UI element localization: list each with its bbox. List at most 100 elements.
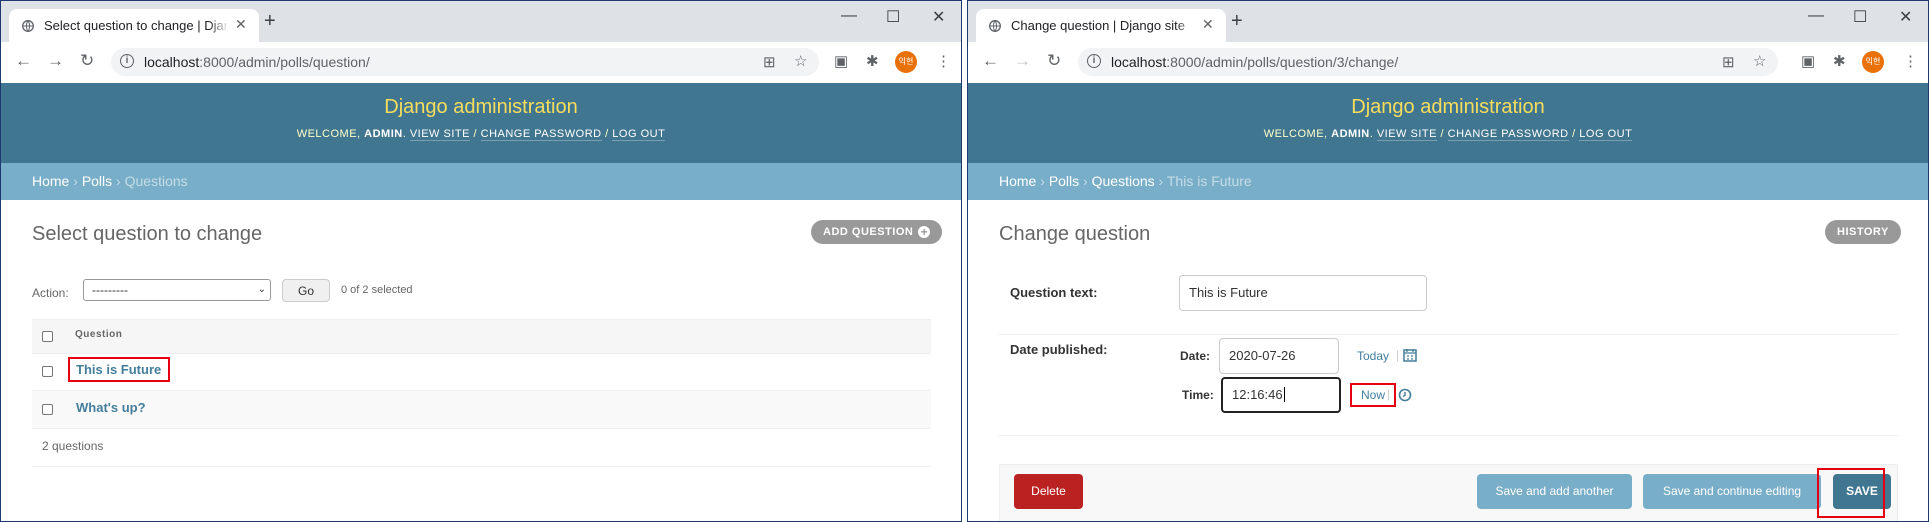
browser-tab[interactable]: Change question | Django site ✕ <box>976 9 1226 42</box>
today-link[interactable]: Today <box>1357 349 1389 363</box>
delete-button[interactable]: Delete <box>1014 474 1083 509</box>
save-and-continue-button[interactable]: Save and continue editing <box>1643 474 1821 509</box>
breadcrumb: Home › Polls › Questions › This is Futur… <box>968 163 1928 200</box>
reload-icon[interactable]: ↻ <box>80 51 94 71</box>
history-button[interactable]: History <box>1825 220 1901 244</box>
url-text: localhost:8000/admin/polls/question/3/ch… <box>1111 54 1399 70</box>
globe-icon <box>989 20 1001 32</box>
shortcut-separator: | <box>1396 348 1400 362</box>
tab-title-fade <box>1176 15 1196 37</box>
menu-kebab-icon[interactable]: ⋮ <box>1903 52 1918 70</box>
tab-title: Select question to change | Django <box>44 18 227 33</box>
browser-toolbar: ← → ↻ i localhost:8000/admin/polls/quest… <box>968 42 1928 84</box>
table-row: What's up? <box>32 391 931 429</box>
go-button[interactable]: Go <box>282 279 330 302</box>
info-icon[interactable]: i <box>1087 54 1101 68</box>
highlight-box <box>68 357 170 382</box>
select-all-checkbox[interactable] <box>42 331 53 342</box>
site-branding[interactable]: Django administration <box>968 83 1928 119</box>
row-checkbox[interactable] <box>42 366 53 377</box>
page-title: Select question to change <box>32 223 263 245</box>
chevron-down-icon: ⌄ <box>257 284 266 295</box>
time-input[interactable]: 12:16:46 <box>1221 377 1341 413</box>
extensions-icon[interactable]: ✱ <box>866 52 879 70</box>
media-icon[interactable]: ▣ <box>1801 52 1815 70</box>
translate-icon[interactable]: ⊞ <box>763 53 776 71</box>
browser-window-left: Select question to change | Django ✕ + —… <box>0 0 962 522</box>
add-question-button[interactable]: Add question + <box>811 220 943 244</box>
breadcrumb: Home › Polls › Questions <box>1 163 961 200</box>
maximize-icon[interactable]: ☐ <box>1853 7 1867 27</box>
translate-icon[interactable]: ⊞ <box>1722 53 1735 71</box>
tab-close-icon[interactable]: ✕ <box>1202 16 1214 33</box>
text-caret <box>1283 387 1285 402</box>
action-select[interactable]: --------- ⌄ <box>83 279 271 301</box>
page-content: Django administration Welcome, admin. Vi… <box>968 83 1928 521</box>
result-count: 2 questions <box>32 427 931 467</box>
change-password-link[interactable]: Change password <box>1447 128 1569 141</box>
breadcrumb-home[interactable]: Home <box>32 173 69 189</box>
new-tab-icon[interactable]: + <box>264 11 276 31</box>
address-bar[interactable]: i localhost:8000/admin/polls/question/ ⊞… <box>111 48 819 76</box>
back-arrow-icon[interactable]: ← <box>15 51 32 71</box>
reload-icon[interactable]: ↻ <box>1047 51 1061 71</box>
date-input[interactable]: 2020-07-26 <box>1219 338 1339 374</box>
breadcrumb-polls[interactable]: Polls <box>1049 173 1079 189</box>
row-checkbox[interactable] <box>42 404 53 415</box>
column-header-question[interactable]: Question <box>75 329 122 340</box>
browser-tab[interactable]: Select question to change | Django ✕ <box>9 9 259 42</box>
question-text-input[interactable]: This is Future <box>1179 275 1427 311</box>
title-bar: Change question | Django site ✕ + — ☐ ✕ <box>968 1 1928 42</box>
username: admin <box>364 128 403 140</box>
browser-toolbar: ← → ↻ i localhost:8000/admin/polls/quest… <box>1 42 961 84</box>
bookmark-star-icon[interactable]: ☆ <box>1753 52 1766 70</box>
breadcrumb-questions[interactable]: Questions <box>1092 173 1155 189</box>
tab-close-icon[interactable]: ✕ <box>235 16 247 33</box>
form-row-question-text <box>999 256 1898 335</box>
profile-avatar[interactable]: 익현 <box>1862 51 1884 73</box>
view-site-link[interactable]: View site <box>409 128 470 141</box>
browser-window-right: Change question | Django site ✕ + — ☐ ✕ … <box>967 0 1929 522</box>
page-title: Change question <box>999 223 1151 245</box>
forward-arrow-icon[interactable]: → <box>47 51 64 71</box>
date-label: Date: <box>1180 349 1211 363</box>
clock-icon[interactable] <box>1398 388 1412 402</box>
save-and-add-another-button[interactable]: Save and add another <box>1477 474 1632 509</box>
calendar-icon[interactable] <box>1403 348 1417 362</box>
site-branding[interactable]: Django administration <box>1 83 961 119</box>
breadcrumb-home[interactable]: Home <box>999 173 1036 189</box>
time-label: Time: <box>1182 388 1214 402</box>
user-tools: Welcome, admin. View site / Change passw… <box>296 128 666 141</box>
highlight-box <box>1817 468 1885 518</box>
forward-arrow-icon[interactable]: → <box>1014 51 1031 71</box>
info-icon[interactable]: i <box>120 54 134 68</box>
view-site-link[interactable]: View site <box>1376 128 1437 141</box>
table-header: Question <box>32 319 931 354</box>
change-password-link[interactable]: Change password <box>480 128 602 141</box>
date-published-label: Date published: <box>1010 342 1108 357</box>
page-content: Django administration Welcome, admin. Vi… <box>1 83 961 521</box>
minimize-icon[interactable]: — <box>841 7 857 25</box>
url-text: localhost:8000/admin/polls/question/ <box>144 54 370 70</box>
question-text-label: Question text: <box>1010 285 1098 300</box>
minimize-icon[interactable]: — <box>1808 7 1824 25</box>
profile-avatar[interactable]: 익현 <box>895 51 917 73</box>
menu-kebab-icon[interactable]: ⋮ <box>936 52 951 70</box>
welcome-text: Welcome, <box>296 128 365 140</box>
new-tab-icon[interactable]: + <box>1231 11 1243 31</box>
maximize-icon[interactable]: ☐ <box>886 7 900 27</box>
back-arrow-icon[interactable]: ← <box>982 51 999 71</box>
address-bar[interactable]: i localhost:8000/admin/polls/question/3/… <box>1078 48 1778 76</box>
username: admin <box>1331 128 1370 140</box>
window-close-icon[interactable]: ✕ <box>932 7 945 27</box>
breadcrumb-polls[interactable]: Polls <box>82 173 112 189</box>
media-icon[interactable]: ▣ <box>834 52 848 70</box>
user-tools: Welcome, admin. View site / Change passw… <box>1263 128 1633 141</box>
extensions-icon[interactable]: ✱ <box>1833 52 1846 70</box>
log-out-link[interactable]: Log out <box>1579 128 1633 141</box>
globe-icon <box>22 20 34 32</box>
log-out-link[interactable]: Log out <box>612 128 666 141</box>
question-link[interactable]: What's up? <box>76 400 146 415</box>
bookmark-star-icon[interactable]: ☆ <box>794 52 807 70</box>
window-close-icon[interactable]: ✕ <box>1899 7 1912 27</box>
